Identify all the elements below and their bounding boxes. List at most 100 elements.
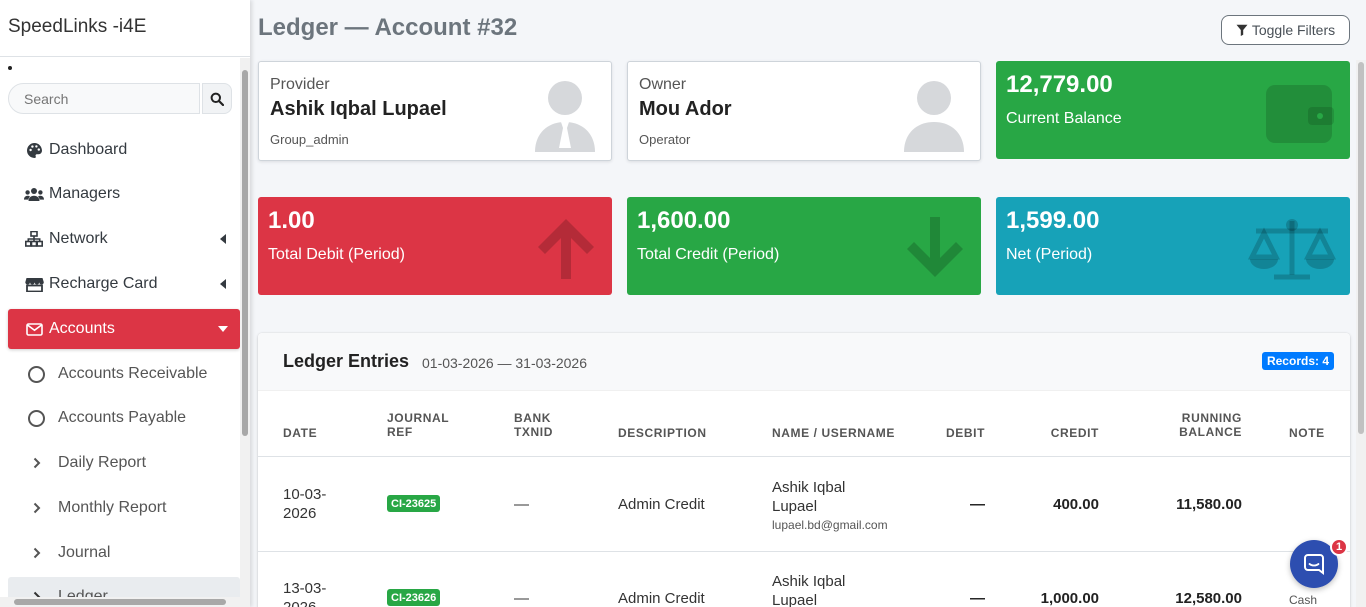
- caret-down-icon: [218, 326, 228, 332]
- total-debit-label: Total Debit (Period): [268, 246, 405, 263]
- sidebar-item-label: Accounts: [49, 320, 115, 337]
- cell-date-line1: 13-03-: [283, 580, 327, 597]
- sidebar-item-dashboard[interactable]: Dashboard: [8, 130, 240, 170]
- ledger-date-range: 01-03-2026 — 31-03-2026: [422, 355, 588, 371]
- records-badge: Records: 4: [1261, 352, 1334, 370]
- chevron-right-icon: [28, 502, 45, 514]
- sidebar-item-network[interactable]: Network: [8, 219, 240, 259]
- sidebar-item-label: Recharge Card: [49, 275, 158, 292]
- sidebar-horizontal-scrollbar[interactable]: [0, 597, 250, 607]
- cell-running-balance: 12,580.00: [1175, 590, 1242, 607]
- journal-ref-badge[interactable]: CI-23626: [387, 589, 441, 606]
- column-bank-txnid[interactable]: BANK TXNID: [514, 411, 553, 439]
- search-icon: [210, 92, 224, 106]
- sidebar-subitem-label: Monthly Report: [58, 499, 167, 516]
- total-debit-value: 1.00: [268, 207, 315, 234]
- filter-icon: [1236, 24, 1248, 36]
- net-value: 1,599.00: [1006, 207, 1100, 234]
- sidebar-item-accounts[interactable]: Accounts: [8, 309, 240, 349]
- sidebar-subitem-accounts-receivable[interactable]: Accounts Receivable: [8, 354, 240, 394]
- arrow-down-icon: [907, 217, 963, 277]
- cell-date-line2: 2026: [283, 505, 317, 522]
- ledger-title: Ledger Entries: [283, 351, 410, 371]
- wallet-icon: [1266, 85, 1334, 143]
- search-button[interactable]: [202, 83, 232, 114]
- column-name-username[interactable]: NAME / USERNAME: [772, 426, 895, 440]
- current-balance-value: 12,779.00: [1006, 71, 1113, 98]
- sidebar-subitem-journal[interactable]: Journal: [8, 533, 240, 573]
- chevron-right-icon: [28, 547, 45, 559]
- main-vertical-scrollbar[interactable]: [1356, 60, 1366, 607]
- cell-debit: —: [970, 496, 985, 513]
- column-running-line1: RUNNING: [1181, 411, 1242, 425]
- cell-note: Cash: [1289, 593, 1318, 607]
- user-icon: [904, 81, 964, 152]
- envelope-icon: [23, 320, 45, 338]
- scrollbar-thumb[interactable]: [14, 599, 226, 605]
- column-bank-line1: BANK: [514, 411, 552, 425]
- circle-icon: [28, 409, 45, 427]
- total-credit-label: Total Credit (Period): [637, 246, 780, 263]
- net-label: Net (Period): [1006, 246, 1093, 263]
- sidebar-vertical-scrollbar[interactable]: [240, 58, 250, 598]
- chat-notification-badge: 1: [1330, 538, 1348, 556]
- cell-username: lupael.bd@gmail.com: [772, 518, 888, 532]
- cell-bank-txnid: —: [514, 496, 529, 513]
- cell-date: 10-03- 2026: [283, 485, 326, 523]
- column-journal-ref[interactable]: JOURNAL REF: [387, 411, 449, 439]
- sidebar-search: [8, 83, 232, 114]
- sidebar-subitem-label: Journal: [58, 544, 111, 561]
- sidebar-item-managers[interactable]: Managers: [8, 174, 240, 214]
- network-icon: [23, 230, 45, 248]
- sidebar-subitem-monthly-report[interactable]: Monthly Report: [8, 488, 240, 528]
- total-credit-card: 1,600.00 Total Credit (Period): [627, 197, 981, 295]
- sidebar-subitem-label: Accounts Receivable: [58, 365, 208, 382]
- sidebar-item-recharge-card[interactable]: Recharge Card: [8, 264, 240, 304]
- provider-name: Ashik Iqbal Lupael: [270, 98, 447, 120]
- total-credit-value: 1,600.00: [637, 207, 731, 234]
- balance-scale-icon: [1248, 219, 1336, 280]
- toggle-filters-label: Toggle Filters: [1251, 22, 1336, 38]
- status-dot: [8, 66, 12, 70]
- brand-title[interactable]: SpeedLinks -i4E: [0, 0, 250, 57]
- ledger-entries-card: Ledger Entries 01-03-2026 — 31-03-2026 R…: [258, 333, 1350, 607]
- column-journal-ref-line1: JOURNAL: [387, 411, 450, 425]
- chevron-right-icon: [28, 457, 45, 469]
- cell-date-line2: 2026: [283, 598, 326, 607]
- user-tie-icon: [535, 81, 595, 152]
- column-running-balance[interactable]: RUNNING BALANCE: [1138, 411, 1242, 439]
- arrow-up-icon: [538, 219, 594, 279]
- toggle-filters-button[interactable]: Toggle Filters: [1221, 15, 1350, 45]
- chat-icon: [1304, 554, 1324, 575]
- cell-description: Admin Credit: [618, 590, 705, 607]
- cell-description: Admin Credit: [618, 496, 705, 513]
- sidebar-subitem-label: Accounts Payable: [58, 409, 187, 426]
- cell-credit: 1,000.00: [1040, 590, 1099, 607]
- cell-name-line1: Ashik Iqbal: [772, 573, 846, 590]
- provider-card: Provider Ashik Iqbal Lupael Group_admin: [258, 61, 612, 161]
- palette-icon: [23, 141, 45, 159]
- cell-debit: —: [970, 590, 985, 607]
- sidebar-subitem-accounts-payable[interactable]: Accounts Payable: [8, 398, 240, 438]
- owner-label: Owner: [639, 76, 687, 93]
- column-credit[interactable]: CREDIT: [1028, 426, 1099, 440]
- cell-name: Ashik Iqbal Lupael: [772, 478, 845, 516]
- cell-date-line1: 10-03-: [283, 486, 327, 503]
- column-note[interactable]: NOTE: [1289, 426, 1325, 440]
- owner-name: Mou Ador: [639, 98, 732, 120]
- owner-card: Owner Mou Ador Operator: [627, 61, 981, 161]
- sidebar-subitem-daily-report[interactable]: Daily Report: [8, 443, 240, 483]
- column-debit[interactable]: DEBIT: [928, 426, 985, 440]
- column-description[interactable]: DESCRIPTION: [618, 426, 707, 440]
- caret-left-icon: [220, 279, 226, 289]
- cell-name-line2: Lupael: [772, 498, 818, 515]
- cell-running-balance: 11,580.00: [1176, 496, 1242, 513]
- provider-role: Group_admin: [270, 132, 349, 147]
- column-date[interactable]: DATE: [283, 426, 317, 440]
- scrollbar-thumb[interactable]: [1358, 62, 1364, 434]
- journal-ref-badge[interactable]: CI-23625: [387, 495, 441, 512]
- total-debit-card: 1.00 Total Debit (Period): [258, 197, 612, 295]
- page-title: Ledger — Account #32: [258, 14, 518, 41]
- scrollbar-thumb[interactable]: [242, 70, 248, 436]
- search-input[interactable]: [8, 83, 200, 114]
